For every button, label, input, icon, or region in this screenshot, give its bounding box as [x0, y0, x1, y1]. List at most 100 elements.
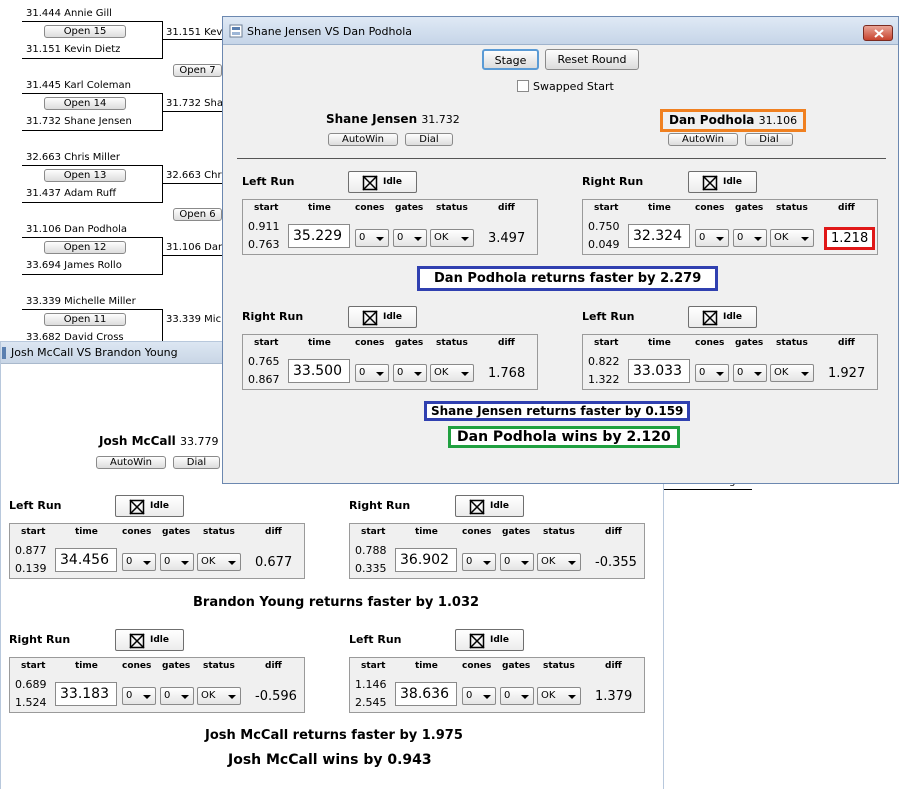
- idle-label: Idle: [383, 312, 402, 322]
- cones-value: 0: [359, 232, 366, 243]
- run-panel: start time cones gates status diff 1.146 2.545 3…: [349, 657, 645, 713]
- idle-button[interactable]: Idle: [455, 495, 524, 517]
- idle-label: Idle: [150, 501, 169, 511]
- dial-button[interactable]: Dial: [173, 456, 220, 469]
- run-block: Left Run Idle start time cones gates status dif…: [242, 171, 542, 261]
- swapped-start-checkbox[interactable]: [517, 80, 529, 92]
- header-status: status: [543, 527, 575, 537]
- idle-button[interactable]: Idle: [348, 306, 417, 328]
- header-cones: cones: [122, 661, 152, 671]
- header-gates: gates: [162, 527, 191, 537]
- open-15-button[interactable]: Open 15: [44, 25, 126, 38]
- autowin-button[interactable]: AutoWin: [328, 133, 398, 146]
- autowin-button[interactable]: AutoWin: [96, 456, 166, 469]
- start-value: 0.689: [15, 678, 47, 691]
- header-diff: diff: [838, 338, 855, 348]
- racer-entry[interactable]: 31.444 Annie Gill: [26, 8, 112, 19]
- cones-select[interactable]: 0: [695, 229, 729, 247]
- idle-button[interactable]: Idle: [115, 629, 184, 651]
- winner-entry[interactable]: 33.339 Mich: [166, 314, 227, 325]
- status-select[interactable]: OK: [430, 229, 474, 247]
- cones-select[interactable]: 0: [122, 687, 156, 705]
- status-select[interactable]: OK: [537, 687, 581, 705]
- status-select[interactable]: OK: [770, 229, 814, 247]
- idle-button[interactable]: Idle: [348, 171, 417, 193]
- idle-x-icon: [362, 310, 378, 326]
- winner-entry[interactable]: 31.151 Kevi: [166, 27, 225, 38]
- gates-select[interactable]: 0: [500, 553, 534, 571]
- idle-button[interactable]: Idle: [455, 629, 524, 651]
- idle-label: Idle: [383, 177, 402, 187]
- status-select[interactable]: OK: [430, 364, 474, 382]
- status-select[interactable]: OK: [770, 364, 814, 382]
- gates-select[interactable]: 0: [393, 229, 427, 247]
- open-14-button[interactable]: Open 14: [44, 97, 126, 110]
- racer-entry[interactable]: 31.437 Adam Ruff: [26, 188, 116, 199]
- stage-button[interactable]: Stage: [482, 49, 539, 70]
- time-input[interactable]: 32.324: [628, 224, 690, 248]
- chevron-down-icon: [414, 372, 422, 376]
- idle-button[interactable]: Idle: [688, 171, 757, 193]
- idle-button[interactable]: Idle: [688, 306, 757, 328]
- racer-entry[interactable]: 32.663 Chris Miller: [26, 152, 120, 163]
- dial-button[interactable]: Dial: [745, 133, 793, 146]
- status-select[interactable]: OK: [537, 553, 581, 571]
- idle-button[interactable]: Idle: [115, 495, 184, 517]
- racer-entry[interactable]: 31.445 Karl Coleman: [26, 80, 131, 91]
- winner-entry[interactable]: 32.663 Chri: [166, 170, 224, 181]
- cones-select[interactable]: 0: [462, 687, 496, 705]
- racer-left: Josh McCall 33.779: [99, 434, 218, 448]
- reset-round-button[interactable]: Reset Round: [545, 49, 639, 70]
- close-button[interactable]: [863, 25, 893, 41]
- open-12-button[interactable]: Open 12: [44, 241, 126, 254]
- open-6-button[interactable]: Open 6: [173, 208, 222, 221]
- cones-select[interactable]: 0: [355, 364, 389, 382]
- chevron-down-icon: [228, 561, 236, 565]
- autowin-button[interactable]: AutoWin: [668, 133, 738, 146]
- open-7-button[interactable]: Open 7: [173, 64, 222, 77]
- open-11-button[interactable]: Open 11: [44, 313, 126, 326]
- time-input[interactable]: 33.183: [55, 682, 117, 706]
- status-select[interactable]: OK: [197, 687, 241, 705]
- time-input[interactable]: 33.500: [288, 359, 350, 383]
- swapped-start-label: Swapped Start: [533, 80, 614, 93]
- gates-select[interactable]: 0: [733, 364, 767, 382]
- gates-select[interactable]: 0: [733, 229, 767, 247]
- header-time: time: [415, 527, 438, 537]
- header-start: start: [361, 661, 386, 671]
- cones-select[interactable]: 0: [355, 229, 389, 247]
- racer-entry[interactable]: 33.339 Michelle Miller: [26, 296, 136, 307]
- diff-value: 1.379: [595, 689, 633, 704]
- start-value: 0.911: [248, 220, 280, 233]
- time-input[interactable]: 38.636: [395, 682, 457, 706]
- status-select[interactable]: OK: [197, 553, 241, 571]
- cones-value: 0: [126, 690, 133, 701]
- gates-select[interactable]: 0: [160, 687, 194, 705]
- bracket-slot: 31.445 Karl Coleman Open 14 31.732 Shane…: [22, 80, 162, 132]
- cones-select[interactable]: 0: [695, 364, 729, 382]
- gates-select[interactable]: 0: [393, 364, 427, 382]
- time-input[interactable]: 35.229: [288, 224, 350, 248]
- winner-entry[interactable]: 31.106 Dan: [166, 242, 224, 253]
- racer-entry[interactable]: 33.694 James Rollo: [26, 260, 122, 271]
- time-input[interactable]: 36.902: [395, 548, 457, 572]
- gates-select[interactable]: 0: [160, 553, 194, 571]
- window-title-bar: Shane Jensen VS Dan Podhola: [223, 17, 898, 45]
- window-title: Josh McCall VS Brandon Young: [11, 346, 178, 359]
- dial-button[interactable]: Dial: [405, 133, 453, 146]
- cones-select[interactable]: 0: [122, 553, 156, 571]
- diff-value: 3.497: [488, 231, 526, 246]
- status-value: OK: [434, 367, 449, 378]
- gates-select[interactable]: 0: [500, 687, 534, 705]
- racer-entry[interactable]: 31.151 Kevin Dietz: [26, 44, 120, 55]
- racer-entry[interactable]: 31.732 Shane Jensen: [26, 116, 132, 127]
- racer-entry[interactable]: 31.106 Dan Podhola: [26, 224, 127, 235]
- cones-select[interactable]: 0: [462, 553, 496, 571]
- open-13-button[interactable]: Open 13: [44, 169, 126, 182]
- header-status: status: [203, 527, 235, 537]
- time-input[interactable]: 33.033: [628, 359, 690, 383]
- winner-entry[interactable]: 31.732 Shar: [166, 98, 227, 109]
- status-value: OK: [774, 232, 789, 243]
- time-input[interactable]: 34.456: [55, 548, 117, 572]
- start-value: 0.750: [588, 220, 620, 233]
